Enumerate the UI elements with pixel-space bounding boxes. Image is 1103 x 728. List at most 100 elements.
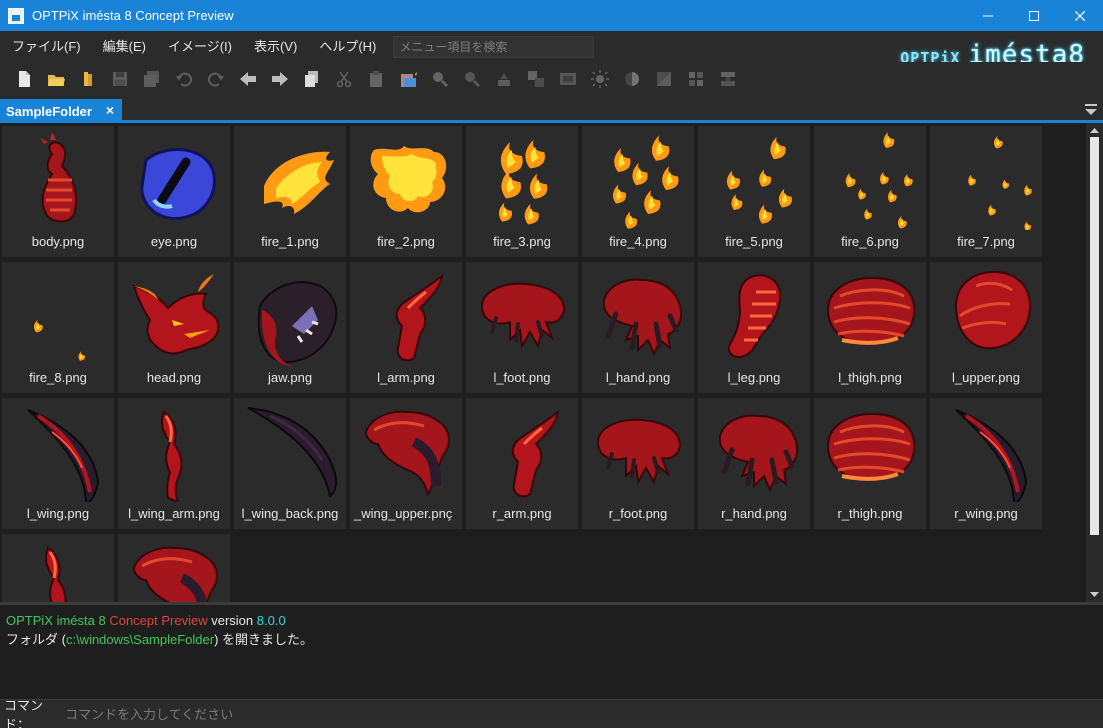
thumbnail-label: r_thigh.png — [837, 506, 903, 521]
menu-edit[interactable]: 編集(E) — [92, 31, 157, 62]
cut-button[interactable] — [332, 67, 356, 91]
thumbnail-item[interactable]: head.png — [118, 262, 230, 393]
flip-vertical-button[interactable] — [716, 67, 740, 91]
thumbnail-item[interactable]: l_foot.png — [466, 262, 578, 393]
thumbnail-item[interactable]: eye.png — [118, 126, 230, 257]
color-button[interactable] — [652, 67, 676, 91]
thumbnail-item[interactable]: fire_3.png — [466, 126, 578, 257]
command-input[interactable] — [63, 702, 1093, 726]
scroll-thumb[interactable] — [1090, 137, 1099, 535]
thumbnail-item[interactable]: r_thigh.png — [814, 398, 926, 529]
thumbnail-item[interactable]: fire_2.png — [350, 126, 462, 257]
menu-image[interactable]: イメージ(I) — [157, 31, 243, 62]
thumbnail-image — [257, 281, 338, 366]
contrast-button[interactable] — [620, 67, 644, 91]
thumbnail-label: l_leg.png — [727, 370, 781, 385]
save-all-icon — [144, 71, 159, 87]
paste-button[interactable] — [364, 67, 388, 91]
thumbnail-item[interactable]: l_thigh.png — [814, 262, 926, 393]
thumbnail-item[interactable]: fire_6.png — [814, 126, 926, 257]
menu-file[interactable]: ファイル(F) — [0, 31, 92, 62]
filter-icon — [498, 73, 510, 86]
thumbnail-item[interactable]: r_hand.png — [698, 398, 810, 529]
thumbnail-item[interactable]: l_wing.png — [2, 398, 114, 529]
thumbnail-item[interactable]: l_leg.png — [698, 262, 810, 393]
thumbnail-item[interactable]: l_upper.png — [930, 262, 1042, 393]
thumbnail-image — [612, 135, 679, 229]
zoom-out-icon — [465, 72, 481, 88]
command-bar: コマンド： — [0, 698, 1103, 728]
paste-new-button[interactable] — [396, 67, 420, 91]
thumbnail-image — [718, 414, 798, 493]
thumbnail-image — [161, 410, 183, 502]
new-file-button[interactable] — [12, 67, 36, 91]
thumbnail-item[interactable]: l_wing_arm.png — [118, 398, 230, 529]
thumbnail-label: fire_5.png — [725, 234, 783, 249]
thumbnail-label: eye.png — [150, 234, 198, 249]
tab-samplefolder[interactable]: SampleFolder × — [0, 99, 122, 123]
thumbnail-grid-area: body.png eye.png fire_1.png fire_2.png fire_… — [0, 123, 1086, 602]
thumbnail-label: fire_3.png — [493, 234, 551, 249]
undo-button[interactable] — [172, 67, 196, 91]
layers-button[interactable] — [524, 67, 548, 91]
thumbnail-item[interactable]: fire_5.png — [698, 126, 810, 257]
thumbnail-item[interactable]: jaw.png — [234, 262, 346, 393]
thumbnail-item[interactable]: body.png — [2, 126, 114, 257]
thumbnail-item[interactable]: fire_4.png — [582, 126, 694, 257]
thumbnail-image — [40, 132, 78, 223]
log-version-label: version — [211, 613, 254, 628]
flip-horizontal-button[interactable] — [684, 67, 708, 91]
thumbnail-item[interactable]: r_wing.png — [930, 398, 1042, 529]
folder-button[interactable] — [76, 67, 100, 91]
thumbnail-item[interactable]: l_arm.png — [350, 262, 462, 393]
thumbnail-image — [45, 546, 67, 602]
zoom-out-button[interactable] — [460, 67, 484, 91]
menu-view[interactable]: 表示(V) — [243, 31, 308, 62]
thumbnail-label: l_wing.png — [26, 506, 90, 521]
thumbnail-item[interactable] — [2, 534, 114, 602]
thumbnail-item[interactable]: fire_1.png — [234, 126, 346, 257]
thumbnail-label: _wing_upper.pnç — [354, 506, 453, 521]
menu-search-input[interactable] — [393, 35, 595, 58]
zoom-in-button[interactable] — [428, 67, 452, 91]
thumbnail-label: fire_6.png — [841, 234, 899, 249]
resize-button[interactable] — [556, 67, 580, 91]
tab-close-icon[interactable]: × — [106, 102, 114, 118]
thumbnail-item[interactable]: fire_8.png — [2, 262, 114, 393]
thumbnail-label: jaw.png — [267, 370, 313, 385]
thumbnail-item[interactable]: l_hand.png — [582, 262, 694, 393]
menu-help[interactable]: ヘルプ(H) — [308, 31, 387, 62]
thumbnail-item[interactable]: r_foot.png — [582, 398, 694, 529]
save-button[interactable] — [108, 67, 132, 91]
brightness-button[interactable] — [588, 67, 612, 91]
undo-icon — [176, 72, 192, 87]
thumbnail-image — [826, 412, 916, 482]
thumbnail-label: l_wing_back.png — [241, 506, 339, 521]
thumbnail-item[interactable]: r_arm.png — [466, 398, 578, 529]
app-icon — [8, 7, 24, 24]
thumbnail-item[interactable] — [118, 534, 230, 602]
thumbnail-item[interactable]: _wing_upper.pnç — [350, 398, 462, 529]
scroll-down-icon[interactable] — [1090, 590, 1099, 599]
paste-icon — [370, 71, 382, 87]
back-button[interactable] — [236, 67, 260, 91]
tab-list-dropdown-icon[interactable] — [1085, 104, 1097, 116]
minimize-button[interactable] — [965, 0, 1011, 31]
log-folder-path: c:\windows\SampleFolder — [65, 632, 215, 647]
redo-button[interactable] — [204, 67, 228, 91]
thumbnail-image — [726, 136, 792, 224]
save-all-button[interactable] — [140, 67, 164, 91]
thumbnail-item[interactable]: fire_7.png — [930, 126, 1042, 257]
thumbnail-item[interactable]: l_wing_back.png — [234, 398, 346, 529]
copy-button[interactable] — [300, 67, 324, 91]
log-line-folder: フォルダ (c:\windows\SampleFolder) を開きました。 — [6, 630, 1097, 649]
close-button[interactable] — [1057, 0, 1103, 31]
scroll-up-icon[interactable] — [1090, 126, 1099, 135]
thumbnail-image — [264, 151, 334, 214]
open-folder-button[interactable] — [44, 67, 68, 91]
vertical-scrollbar[interactable] — [1086, 123, 1103, 602]
filter-button[interactable] — [492, 67, 516, 91]
forward-button[interactable] — [268, 67, 292, 91]
thumbnail-image — [602, 278, 682, 357]
maximize-button[interactable] — [1011, 0, 1057, 31]
